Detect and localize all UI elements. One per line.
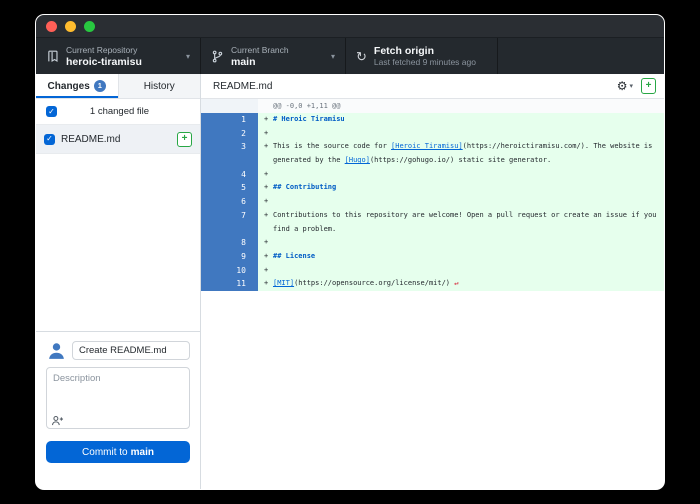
sidebar-tabs: Changes 1 History <box>36 74 200 99</box>
diff-line-number-gutter[interactable]: 3 <box>201 140 258 155</box>
current-repository-label: Current Repository <box>66 44 138 55</box>
diff-line-number-gutter[interactable]: 1 <box>201 113 258 127</box>
diff-code-line: + <box>258 236 664 250</box>
toolbar: Current Repository heroic-tiramisu ▾ Cur… <box>36 37 664 74</box>
diff-row: 4 + <box>201 167 664 182</box>
changed-files-summary: 1 changed file <box>89 106 150 117</box>
fetch-origin-button[interactable]: ↻ Fetch origin Last fetched 9 minutes ag… <box>346 38 498 74</box>
commit-button[interactable]: Commit to main <box>46 441 190 463</box>
include-all-checkbox[interactable]: ✓ <box>46 106 57 117</box>
diff-line-number-gutter[interactable] <box>201 154 258 168</box>
commit-button-branch: main <box>130 446 154 458</box>
commit-panel: Commit to main <box>36 331 200 489</box>
diff-line-number-gutter[interactable]: 4 <box>201 167 258 182</box>
current-branch-dropdown[interactable]: Current Branch main ▾ <box>201 38 346 74</box>
changed-files-header: ✓ 1 changed file <box>36 99 200 125</box>
diff-row: 6 + <box>201 195 664 209</box>
commit-button-prefix: Commit to <box>82 446 128 458</box>
diff-line-number-gutter[interactable]: 11 <box>201 277 258 291</box>
diff-code-line: + ## Contributing <box>258 181 664 196</box>
diff-code-line: + ## License <box>258 249 664 264</box>
diff-row: generated by the [Hugo](https://gohugo.i… <box>201 154 664 168</box>
diff-row: 7 + Contributions to this repository are w… <box>201 208 664 223</box>
diff-row: 2 + <box>201 126 664 141</box>
repo-icon <box>46 50 59 63</box>
zoom-window-button[interactable] <box>84 20 95 32</box>
file-name: README.md <box>61 133 121 145</box>
content-area: Changes 1 History ✓ 1 changed file ✓ REA… <box>36 74 664 489</box>
current-repository-name: heroic-tiramisu <box>66 55 142 68</box>
diff-row: @@ -0,0 +1,11 @@ <box>201 99 664 113</box>
diff-code-line: + # Heroic Tiramisu <box>258 113 664 127</box>
diff-row: 8 + <box>201 236 664 250</box>
diff-row: 11 + [MIT](https://opensource.org/license/… <box>201 277 664 291</box>
gear-icon: ⚙ <box>616 79 628 93</box>
add-coauthor-icon[interactable] <box>51 414 64 427</box>
commit-description-input[interactable] <box>46 367 190 429</box>
git-branch-icon <box>211 50 224 63</box>
chevron-down-icon: ▾ <box>629 82 633 90</box>
commit-summary-input[interactable] <box>72 340 190 360</box>
diff-code-line: + <box>258 126 664 141</box>
file-tab-readme[interactable]: README.md <box>209 81 276 92</box>
expand-diff-button[interactable]: + <box>641 78 656 94</box>
diff-code-line: + <box>258 167 664 182</box>
diff-line-number-gutter[interactable]: 9 <box>201 249 258 264</box>
diff-line-number-gutter <box>201 99 258 113</box>
diff-row: 1 + # Heroic Tiramisu <box>201 113 664 127</box>
diff-code-line: generated by the [Hugo](https://gohugo.i… <box>258 154 664 168</box>
changes-sidebar: Changes 1 History ✓ 1 changed file ✓ REA… <box>36 74 201 489</box>
file-list-empty-space <box>36 154 200 331</box>
diff-line-number-gutter[interactable]: 8 <box>201 236 258 250</box>
diff-code-line: + This is the source code for [Heroic Tir… <box>258 140 664 155</box>
app-window: Current Repository heroic-tiramisu ▾ Cur… <box>35 14 665 490</box>
diff-panel: README.md ⚙ ▾ + @@ -0,0 +1,11 @@ 1 + # Hero… <box>201 74 664 489</box>
check-icon: ✓ <box>46 134 53 143</box>
diff-code-line: + Contributions to this repository are we… <box>258 208 664 223</box>
tab-history[interactable]: History <box>117 74 200 98</box>
plus-icon: + <box>645 80 652 91</box>
close-window-button[interactable] <box>46 20 57 32</box>
current-branch-label: Current Branch <box>231 44 289 55</box>
diff-line-number-gutter[interactable]: 10 <box>201 263 258 278</box>
file-include-checkbox[interactable]: ✓ <box>44 133 55 145</box>
diff-rows: @@ -0,0 +1,11 @@ 1 + # Heroic Tiramisu 2 +3 + T… <box>201 99 664 291</box>
diff-code-line: + <box>258 263 664 278</box>
diff-line-number-gutter[interactable]: 5 <box>201 181 258 196</box>
diff-row: 10 + <box>201 263 664 278</box>
diff-line-number-gutter[interactable]: 6 <box>201 195 258 209</box>
diff-view: @@ -0,0 +1,11 @@ 1 + # Heroic Tiramisu 2 +3 + T… <box>201 99 664 489</box>
diff-line-number-gutter[interactable]: 2 <box>201 126 258 141</box>
diff-code-line: + <box>258 195 664 209</box>
chevron-down-icon: ▾ <box>185 51 190 61</box>
avatar <box>46 340 66 360</box>
traffic-lights <box>36 20 95 32</box>
diff-row: 5 + ## Contributing <box>201 181 664 196</box>
fetch-origin-subtitle: Last fetched 9 minutes ago <box>373 56 476 67</box>
file-status-added-icon: + <box>177 131 192 147</box>
diff-line-number-gutter[interactable] <box>201 222 258 237</box>
tab-changes-label: Changes <box>47 80 90 92</box>
minimize-window-button[interactable] <box>65 20 76 32</box>
titlebar[interactable] <box>36 15 664 37</box>
diff-tabbar: README.md ⚙ ▾ + <box>201 74 664 99</box>
diff-row: 3 + This is the source code for [Heroic Ti… <box>201 140 664 155</box>
file-row-readme[interactable]: ✓ README.md + <box>36 125 200 154</box>
fetch-origin-title: Fetch origin <box>373 44 434 57</box>
changes-count-badge: 1 <box>93 80 106 92</box>
tab-history-label: History <box>143 80 175 92</box>
current-repository-dropdown[interactable]: Current Repository heroic-tiramisu ▾ <box>36 38 201 74</box>
diff-code-line: @@ -0,0 +1,11 @@ <box>258 99 664 113</box>
tab-changes[interactable]: Changes 1 <box>36 74 118 98</box>
diff-row: find a problem. <box>201 222 664 237</box>
current-branch-name: main <box>231 55 256 68</box>
diff-options-button[interactable]: ⚙ ▾ <box>617 80 633 92</box>
chevron-down-icon: ▾ <box>330 51 335 61</box>
diff-line-number-gutter[interactable]: 7 <box>201 208 258 223</box>
diff-code-line: + [MIT](https://opensource.org/license/mi… <box>258 277 664 291</box>
diff-row: 9 + ## License <box>201 249 664 264</box>
diff-code-line: find a problem. <box>258 222 664 237</box>
check-icon: ✓ <box>48 106 55 116</box>
sync-icon: ↻ <box>356 48 367 64</box>
